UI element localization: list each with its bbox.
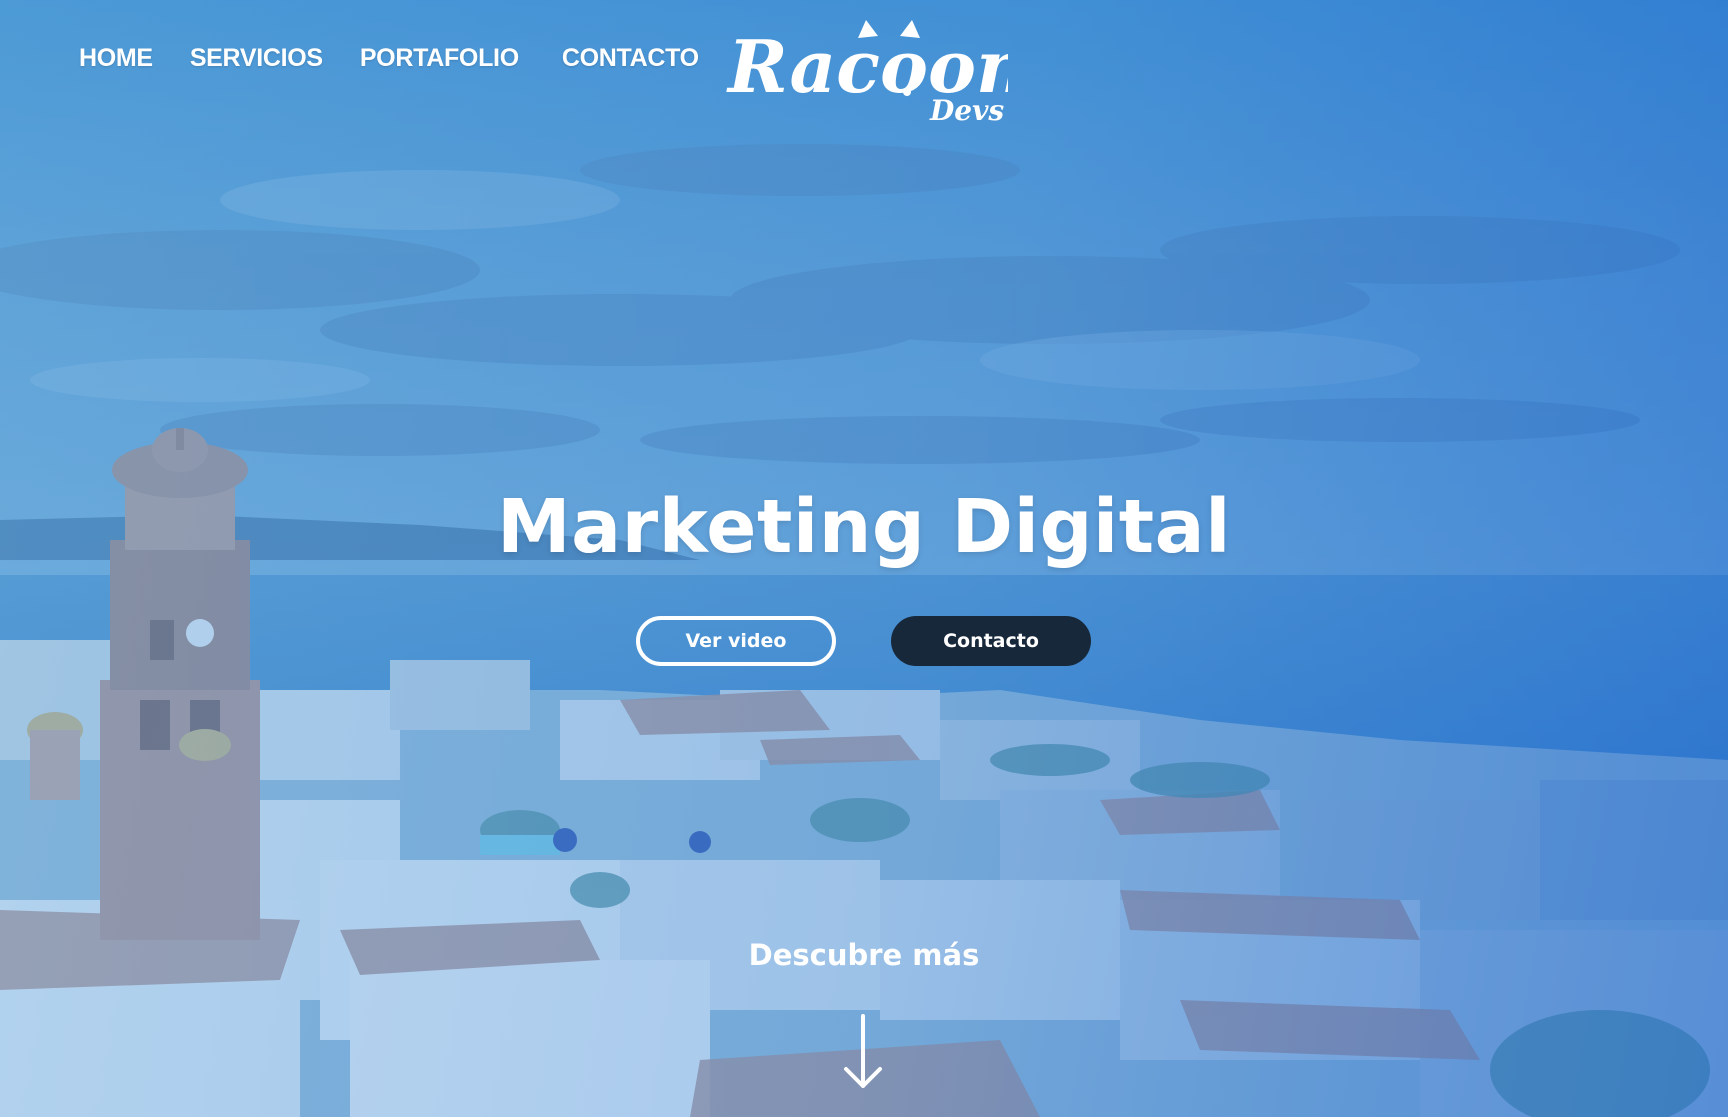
arrow-down-icon[interactable] [843, 1014, 883, 1090]
contact-button[interactable]: Contacto [891, 616, 1091, 666]
nav-item-portafolio[interactable]: PORTAFOLIO [360, 44, 519, 73]
hero-title: Marketing Digital [497, 484, 1231, 570]
watch-video-button[interactable]: Ver video [636, 616, 836, 666]
discover-more-label: Descubre más [748, 938, 980, 972]
nav-item-contacto[interactable]: CONTACTO [562, 44, 699, 73]
nav-item-home[interactable]: HOME [79, 44, 153, 73]
logo-subtext: Devs [929, 94, 1004, 124]
hero-section: HOME SERVICIOS PORTAFOLIO CONTACTO Racoo… [0, 0, 1728, 1117]
racoon-devs-logo[interactable]: Racoon Devs [724, 14, 1008, 124]
nav-item-servicios[interactable]: SERVICIOS [190, 44, 323, 73]
main-nav: HOME SERVICIOS PORTAFOLIO CONTACTO [79, 44, 736, 73]
